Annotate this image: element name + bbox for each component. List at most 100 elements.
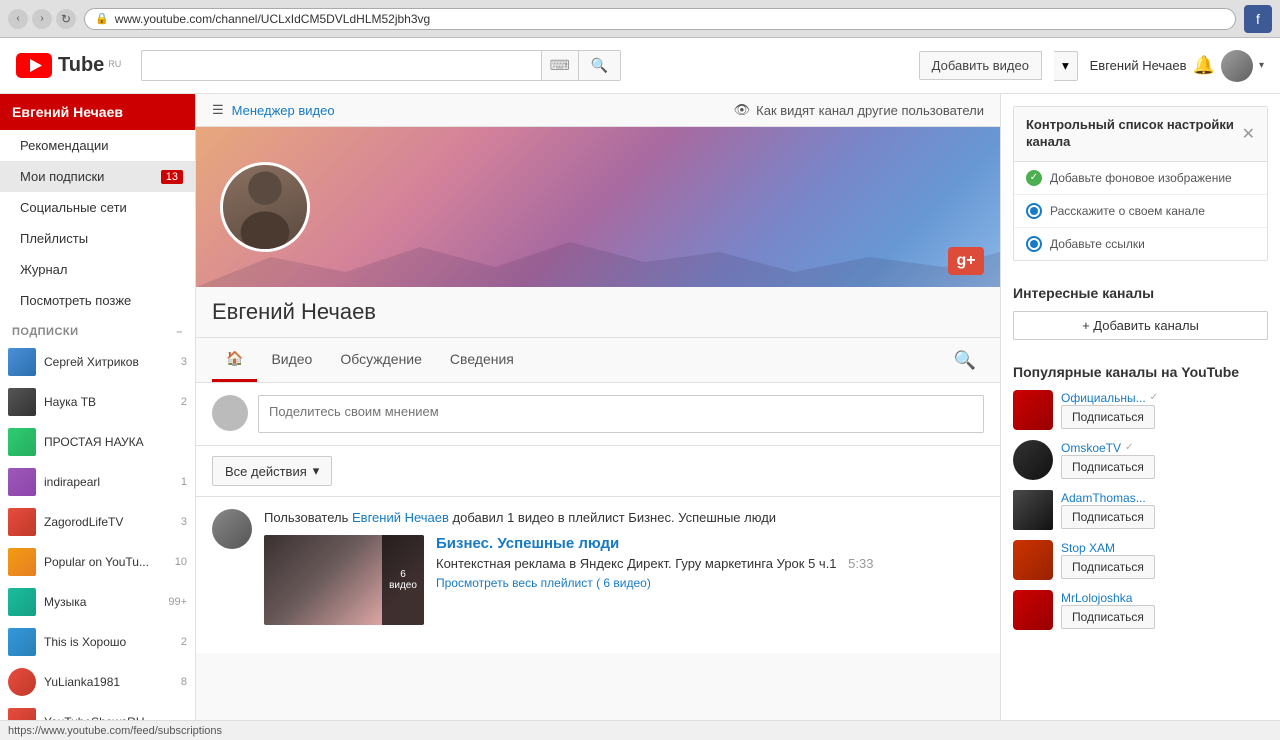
checklist-item-label: Добавьте ссылки: [1050, 237, 1145, 251]
channel-checklist: Контрольный список настройки канала ✕ ✓ …: [1013, 106, 1268, 261]
address-bar[interactable]: 🔒 www.youtube.com/channel/UCLxIdCM5DVLdH…: [84, 8, 1236, 30]
browser-ext-button[interactable]: f: [1244, 5, 1272, 33]
sub-avatar: [8, 388, 36, 416]
sub-count: 99+: [168, 596, 187, 608]
sub-item-2[interactable]: ПРОСТАЯ НАУКА: [0, 422, 195, 462]
popular-channel-name[interactable]: MrLolojoshka: [1061, 591, 1268, 605]
playlist-thumbnail[interactable]: 6 видео: [264, 535, 424, 625]
keyboard-icon[interactable]: ⌨: [541, 51, 578, 80]
subscribe-button[interactable]: Подписаться: [1061, 405, 1155, 429]
sidebar-item-recommendations[interactable]: Рекомендации: [0, 130, 195, 161]
actions-bar: Все действия ▾: [196, 446, 1000, 497]
search-button[interactable]: 🔍: [578, 51, 620, 80]
username-label: Евгений Нечаев: [1090, 58, 1187, 73]
user-dropdown-icon[interactable]: ▾: [1259, 60, 1264, 71]
address-text: www.youtube.com/channel/UCLxIdCM5DVLdHLM…: [115, 12, 431, 26]
refresh-button[interactable]: ↻: [56, 9, 76, 29]
sidebar-item-playlists[interactable]: Плейлисты: [0, 223, 195, 254]
sub-item-7[interactable]: This is Хорошо 2: [0, 622, 195, 662]
sidebar-item-subscriptions[interactable]: Мои подписки 13: [0, 161, 195, 192]
subscribe-button[interactable]: Подписаться: [1061, 605, 1155, 629]
add-video-dropdown[interactable]: ▾: [1054, 51, 1078, 81]
collapse-icon[interactable]: –: [176, 326, 183, 338]
channel-banner: g+: [196, 127, 1000, 287]
sub-avatar: [8, 348, 36, 376]
eye-icon: 👁: [734, 102, 751, 118]
popular-channel-name[interactable]: AdamThomas...: [1061, 491, 1268, 505]
popular-channel-0: Официальны... ✓ Подписаться: [1013, 390, 1268, 430]
feed-item-content: Пользователь Евгений Нечаев добавил 1 ви…: [264, 509, 984, 625]
popular-avatar: [1013, 540, 1053, 580]
interesting-channels-section: Интересные каналы + Добавить каналы: [1001, 273, 1280, 364]
popular-channel-2: AdamThomas... Подписаться: [1013, 490, 1268, 530]
subscribe-button[interactable]: Подписаться: [1061, 455, 1155, 479]
sidebar-item-label: Посмотреть позже: [20, 293, 131, 308]
sidebar-item-journal[interactable]: Журнал: [0, 254, 195, 285]
verify-icon: ✓: [1150, 392, 1158, 403]
channel-search-button[interactable]: 🔍: [946, 342, 984, 379]
view-playlist-link[interactable]: Просмотреть весь плейлист ( 6 видео): [436, 576, 651, 590]
popular-channel-name[interactable]: OmskoeTV ✓: [1061, 441, 1268, 455]
notification-bell-icon[interactable]: 🔔: [1193, 55, 1215, 76]
comment-input[interactable]: [258, 395, 984, 433]
popular-avatar: [1013, 590, 1053, 630]
back-button[interactable]: ‹: [8, 9, 28, 29]
check-pending-icon: [1026, 203, 1042, 219]
sub-name: indirapearl: [44, 475, 173, 489]
sub-item-3[interactable]: indirapearl 1: [0, 462, 195, 502]
sub-item-0[interactable]: Сергей Хитриков 3: [0, 342, 195, 382]
sub-avatar: [8, 468, 36, 496]
sub-name: Наука ТВ: [44, 395, 173, 409]
playlist-duration: 5:33: [848, 556, 873, 571]
feed-username-link[interactable]: Евгений Нечаев: [352, 510, 449, 525]
popular-channel-1: OmskoeTV ✓ Подписаться: [1013, 440, 1268, 480]
add-channels-button[interactable]: + Добавить каналы: [1013, 311, 1268, 340]
sub-item-9[interactable]: YouTubeShowsRU: [0, 702, 195, 720]
popular-channel-name[interactable]: Stop XAM: [1061, 541, 1268, 555]
tab-discussion[interactable]: Обсуждение: [326, 339, 436, 382]
video-manager-icon: ☰: [212, 102, 224, 118]
tab-video[interactable]: Видео: [257, 339, 326, 382]
subscribe-button[interactable]: Подписаться: [1061, 555, 1155, 579]
section-label: ПОДПИСКИ: [12, 326, 79, 338]
avatar-image: [1221, 50, 1253, 82]
status-bar: https://www.youtube.com/feed/subscriptio…: [0, 720, 1280, 740]
forward-button[interactable]: ›: [32, 9, 52, 29]
manager-bar-right[interactable]: 👁 Как видят канал другие пользователи: [734, 102, 984, 118]
sidebar-item-label: Плейлисты: [20, 231, 88, 246]
sidebar-user-item[interactable]: Евгений Нечаев: [0, 94, 195, 130]
popular-channel-name[interactable]: Официальны... ✓: [1061, 391, 1268, 405]
sidebar-item-label: Мои подписки: [20, 169, 104, 184]
sub-item-8[interactable]: YuLianka1981 8: [0, 662, 195, 702]
youtube-logo[interactable]: Tube RU: [16, 53, 121, 78]
youtube-label: YouTube: [1181, 364, 1239, 380]
channel-name: Евгений Нечаев: [212, 299, 984, 325]
browser-chrome: ‹ › ↻ 🔒 www.youtube.com/channel/UCLxIdCM…: [0, 0, 1280, 38]
sub-item-5[interactable]: Popular on YouTu... 10: [0, 542, 195, 582]
sidebar-item-social[interactable]: Социальные сети: [0, 192, 195, 223]
subscriptions-section-header: ПОДПИСКИ –: [0, 316, 195, 342]
checklist-close-button[interactable]: ✕: [1242, 124, 1255, 144]
tab-home[interactable]: 🏠: [212, 338, 257, 382]
sub-item-1[interactable]: Наука ТВ 2: [0, 382, 195, 422]
user-avatar[interactable]: [1221, 50, 1253, 82]
popular-channels-section: Популярные каналы на YouTube Официальны.…: [1001, 364, 1280, 652]
subscribe-button[interactable]: Подписаться: [1061, 505, 1155, 529]
sub-item-6[interactable]: Музыка 99+: [0, 582, 195, 622]
activity-feed: Пользователь Евгений Нечаев добавил 1 ви…: [196, 497, 1000, 653]
add-video-button[interactable]: Добавить видео: [919, 51, 1042, 80]
sub-name: YouTubeShowsRU: [44, 715, 179, 720]
playlist-title-link[interactable]: Бизнес. Успешные люди: [436, 535, 984, 552]
main-area: Евгений Нечаев Рекомендации Мои подписки…: [0, 94, 1280, 720]
manager-label[interactable]: Менеджер видео: [232, 103, 335, 118]
popular-avatar: [1013, 440, 1053, 480]
sub-item-4[interactable]: ZagorodLifeTV 3: [0, 502, 195, 542]
popular-title-text: Популярные каналы на: [1013, 364, 1181, 380]
google-plus-icon[interactable]: g+: [948, 247, 984, 275]
browser-nav-buttons: ‹ › ↻: [8, 9, 76, 29]
sidebar-item-watch-later[interactable]: Посмотреть позже: [0, 285, 195, 316]
all-actions-label: Все действия: [225, 464, 307, 479]
tab-info[interactable]: Сведения: [436, 339, 528, 382]
search-input[interactable]: [142, 52, 540, 80]
all-actions-button[interactable]: Все действия ▾: [212, 456, 332, 486]
